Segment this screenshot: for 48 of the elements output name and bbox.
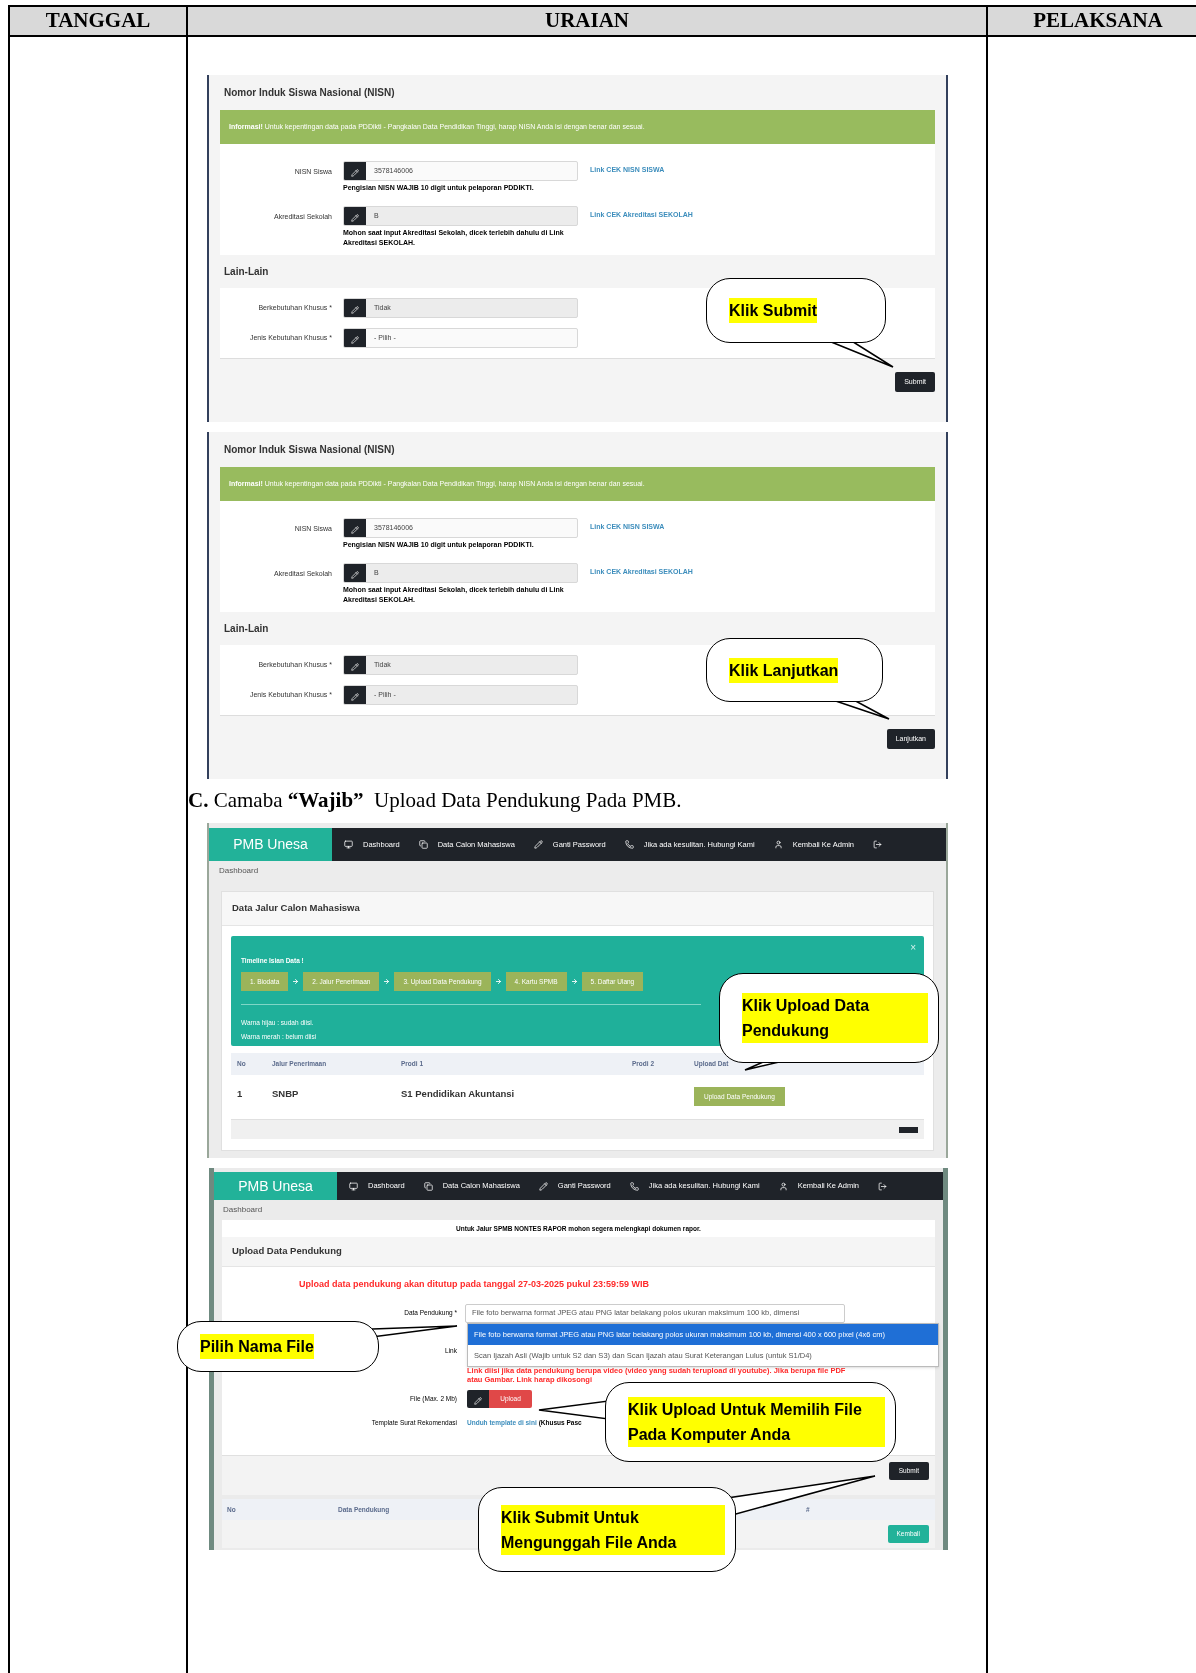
callout-text: Klik Submit Untuk Mengunggah File Anda	[501, 1504, 725, 1555]
pencil-icon	[351, 693, 359, 701]
callout-text: Klik Upload Untuk Memilih File Pada Komputer Anda	[628, 1397, 885, 1447]
table-cell-text: 1	[237, 1086, 244, 1101]
column-header: URAIAN	[188, 7, 988, 37]
breadcrumb[interactable]: Dashboard	[219, 865, 259, 877]
table-cell-text: SNBP	[272, 1086, 300, 1101]
pencil-icon	[474, 1396, 482, 1405]
column-header: TANGGAL	[10, 7, 188, 37]
pencil-icon	[351, 306, 359, 314]
breadcrumb[interactable]: Dashboard	[223, 1204, 263, 1216]
pencil-icon	[351, 169, 359, 177]
pencil-icon	[351, 336, 359, 344]
section-heading: C. Camaba “Wajib” Upload Data Pendukung Pada PMB.	[188, 787, 682, 815]
arrow-icon	[292, 978, 300, 985]
callout-text: Klik Submit	[729, 298, 817, 323]
phone-icon	[629, 1181, 639, 1191]
table-cell-text: S1 Pendidikan Akuntansi	[401, 1086, 516, 1101]
user-icon	[773, 840, 783, 849]
logout-icon[interactable]	[873, 840, 882, 849]
pencil-icon	[351, 571, 359, 579]
user-icon	[778, 1181, 788, 1191]
arrow-icon	[383, 978, 391, 985]
callout-text: Pilih Nama File	[200, 1334, 314, 1359]
copy-icon	[423, 1181, 433, 1191]
phone-icon	[624, 840, 634, 849]
monitor-icon	[344, 840, 353, 849]
section-title: Nomor Induk Siswa Nasional (NISN)	[224, 86, 395, 100]
arrow-icon	[570, 978, 578, 985]
section-title: Lain-Lain	[224, 622, 269, 636]
monitor-icon	[349, 1181, 358, 1191]
column-header: PELAKSANA	[988, 7, 1196, 37]
callout-text: Klik Lanjutkan	[729, 657, 839, 683]
logout-icon[interactable]	[878, 1181, 887, 1191]
deadline-text: Upload data pendukung akan ditutup pada tanggal 27-03-2025 pukul 23:59:59 WIB	[299, 1278, 651, 1291]
pencil-icon	[351, 214, 359, 222]
pencil-icon	[538, 1181, 548, 1191]
pencil-icon	[533, 840, 543, 849]
section-title: Nomor Induk Siswa Nasional (NISN)	[224, 443, 395, 457]
panel-title: Data Jalur Calon Mahasiswa	[232, 901, 360, 916]
callout-text: Klik Upload Data Pendukung	[742, 993, 928, 1043]
copy-icon	[418, 840, 428, 849]
pencil-icon	[351, 663, 359, 671]
footer-marker	[899, 1126, 918, 1133]
panel-title: Upload Data Pendukung	[232, 1244, 342, 1259]
pencil-icon	[351, 526, 359, 534]
arrow-icon	[494, 978, 502, 985]
section-title: Lain-Lain	[224, 265, 269, 279]
